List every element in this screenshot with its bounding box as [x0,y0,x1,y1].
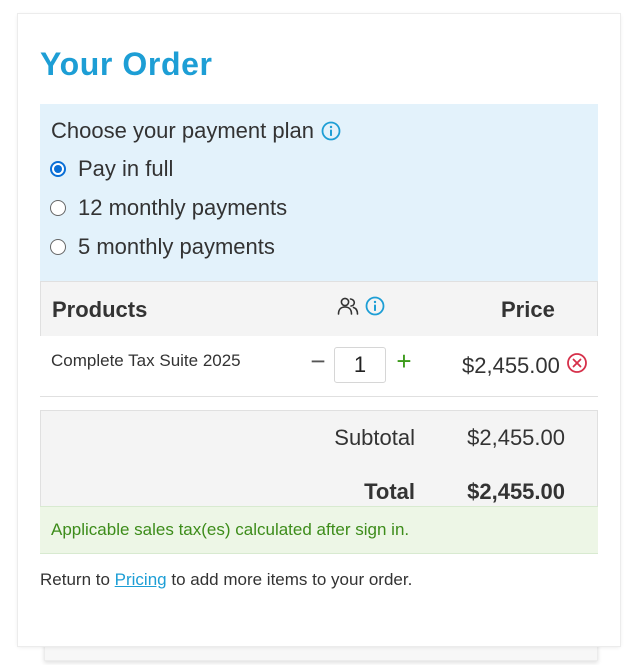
order-card: Your Order Choose your payment plan Pay … [18,14,620,646]
product-price: $2,455.00 [462,353,560,378]
subtotal-label: Subtotal [334,425,415,450]
tax-notice: Applicable sales tax(es) calculated afte… [40,506,598,554]
pricing-link[interactable]: Pricing [115,570,167,589]
page-title: Your Order [40,46,213,82]
total-value: $2,455.00 [467,479,565,504]
remove-item-icon[interactable] [566,352,588,374]
payment-plan-heading-text: Choose your payment plan [51,118,314,143]
payment-option-label: 12 monthly payments [78,195,288,220]
footer-prefix: Return to [40,570,115,589]
payment-plan-section: Choose your payment plan Pay in full 12 … [40,104,598,282]
info-icon[interactable] [321,121,341,141]
radio-pay-in-full[interactable] [50,161,66,177]
payment-plan-heading: Choose your payment plan [51,118,341,144]
tax-notice-text: Applicable sales tax(es) calculated afte… [51,520,410,539]
payment-option-label: Pay in full [78,156,174,181]
header-icons [337,296,385,321]
quantity-increment-button[interactable]: + [394,347,414,375]
payment-option-pay-in-full[interactable]: Pay in full [50,156,173,182]
product-name: Complete Tax Suite 2025 [51,351,241,370]
radio-5-monthly[interactable] [50,239,66,255]
table-header: Products Price [40,281,598,337]
price-header: Price [501,297,555,322]
subtotal-value: $2,455.00 [467,425,565,450]
total-label: Total [364,479,415,504]
radio-12-monthly[interactable] [50,200,66,216]
payment-option-label: 5 monthly payments [78,234,275,259]
users-icon [337,296,359,321]
subtotal-row: Subtotal $2,455.00 [40,410,598,466]
table-row: Complete Tax Suite 2025 − + $2,455.00 [40,336,598,397]
quantity-input[interactable] [334,347,386,383]
footer-suffix: to add more items to your order. [166,570,413,589]
products-header: Products [52,297,148,322]
quantity-decrement-button[interactable]: − [308,347,328,375]
payment-option-5-monthly[interactable]: 5 monthly payments [50,234,275,260]
payment-option-12-monthly[interactable]: 12 monthly payments [50,195,287,221]
info-icon[interactable] [365,296,385,321]
footer-note: Return to Pricing to add more items to y… [40,570,412,590]
